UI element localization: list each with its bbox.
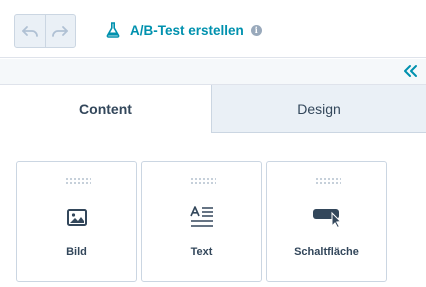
- create-ab-test-link[interactable]: A/B-Test erstellen i: [106, 21, 262, 39]
- undo-button[interactable]: [15, 15, 45, 47]
- module-text[interactable]: Text: [141, 161, 262, 282]
- drag-handle-icon[interactable]: [65, 177, 91, 185]
- ab-test-label: A/B-Test erstellen: [130, 22, 244, 38]
- module-label: Bild: [66, 246, 87, 258]
- flask-icon: [106, 22, 120, 38]
- image-icon: [17, 206, 136, 228]
- text-icon: [142, 206, 261, 228]
- panel-tabs: Content Design: [0, 85, 426, 133]
- button-icon: [267, 206, 386, 228]
- tab-content[interactable]: Content: [0, 85, 211, 133]
- panel-collapse-bar: [0, 59, 426, 85]
- history-button-group: [14, 14, 76, 48]
- module-label: Text: [190, 246, 213, 258]
- redo-icon: [52, 26, 69, 37]
- drag-handle-icon[interactable]: [190, 177, 216, 185]
- editor-toolbar: A/B-Test erstellen i: [0, 0, 426, 58]
- info-icon[interactable]: i: [250, 24, 262, 36]
- module-button[interactable]: Schaltfläche: [266, 161, 387, 282]
- redo-button[interactable]: [44, 15, 75, 47]
- module-label: Schaltfläche: [294, 246, 359, 258]
- tab-design[interactable]: Design: [211, 85, 426, 133]
- double-chevron-left-icon[interactable]: [402, 64, 418, 78]
- drag-handle-icon[interactable]: [315, 177, 341, 185]
- undo-icon: [22, 26, 38, 37]
- module-image[interactable]: Bild: [16, 161, 137, 282]
